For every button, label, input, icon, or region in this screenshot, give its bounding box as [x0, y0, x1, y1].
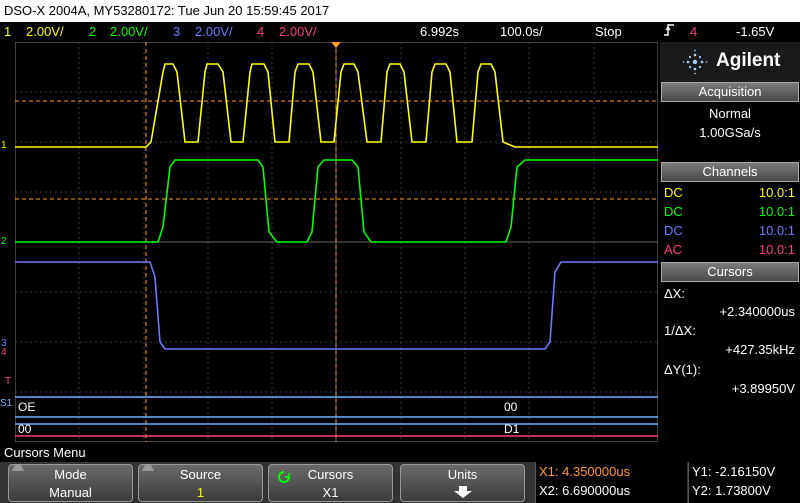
trigger-level-marker[interactable]: T — [5, 376, 11, 387]
delta-y-label: ΔY(1): — [661, 360, 799, 379]
x-cursor-readout: X1: 4.350000us X2: 6.690000us — [535, 462, 687, 503]
agilent-spark-icon — [682, 49, 708, 75]
channel-4-row[interactable]: AC 10.0:1 — [661, 240, 799, 259]
dx-label-text: ΔX: — [664, 286, 685, 301]
ch1-ground-marker[interactable]: 1 — [1, 140, 7, 151]
time-scale[interactable]: 100.0s/ — [500, 22, 543, 41]
inv-delta-x-value-row: +427.35kHz — [661, 340, 799, 359]
delta-y-value-row: +3.89950V — [661, 379, 799, 398]
ch1-scale[interactable]: 2.00V/ — [26, 22, 64, 41]
info-panel: Agilent Acquisition Normal 1.00GSa/s Cha… — [660, 42, 800, 442]
y2-readout[interactable]: Y2: 1.73800V — [692, 483, 771, 498]
down-arrow-icon — [454, 486, 472, 498]
source-softkey-value: 1 — [196, 485, 205, 500]
bus-label-top-b: 00 — [504, 400, 518, 414]
x2-readout[interactable]: X2: 6.690000us — [539, 483, 630, 498]
units-softkey-label: Units — [447, 467, 478, 482]
ch1-probe: 10.0:1 — [758, 185, 795, 200]
source-softkey-label: Source — [179, 467, 222, 482]
inv-delta-x-value: +427.35kHz — [725, 342, 795, 357]
mode-softkey-label: Mode — [54, 467, 87, 482]
ch3-probe: 10.0:1 — [758, 223, 795, 238]
units-softkey[interactable]: Units — [400, 464, 525, 502]
channels-section: DC 10.0:1 DC 10.0:1 DC 10.0:1 AC 10.0:1 — [661, 182, 799, 262]
mode-softkey[interactable]: Mode Manual — [8, 464, 133, 502]
ch4-probe: 10.0:1 — [758, 242, 795, 257]
cursors-header[interactable]: Cursors — [661, 262, 799, 282]
acquisition-section: Normal 1.00GSa/s — [661, 102, 799, 160]
cursors-softkey[interactable]: Cursors X1 — [268, 464, 393, 502]
run-state[interactable]: Stop — [595, 22, 622, 41]
serial-bus-marker[interactable]: S1 — [0, 398, 12, 409]
source-softkey[interactable]: Source 1 — [138, 464, 263, 502]
ch3-scale[interactable]: 2.00V/ — [195, 22, 233, 41]
delta-x-value: +2.340000us — [719, 304, 795, 319]
ch4-scale[interactable]: 2.00V/ — [279, 22, 317, 41]
bus-label-bottom-a: 00 — [18, 422, 32, 436]
delta-y-value: +3.89950V — [731, 381, 795, 396]
trigger-source[interactable]: 4 — [690, 22, 697, 41]
acq-mode: Normal — [709, 106, 751, 121]
x1-readout[interactable]: X1: 4.350000us — [539, 464, 630, 479]
channels-header[interactable]: Channels — [661, 162, 799, 182]
bus-label-top-a: OE — [18, 400, 35, 414]
ch3-coupling: DC — [664, 223, 683, 238]
channel-2-row[interactable]: DC 10.0:1 — [661, 202, 799, 221]
cursors-softkey-label: Cursors — [307, 467, 354, 482]
time-position[interactable]: 6.992s — [420, 22, 459, 41]
ch2-number[interactable]: 2 — [89, 22, 96, 41]
cursors-section: ΔX: +2.340000us 1/ΔX: +427.35kHz ΔY(1): … — [661, 282, 799, 402]
brand-logo: Agilent — [660, 42, 800, 82]
channel-1-row[interactable]: DC 10.0:1 — [661, 183, 799, 202]
acq-rate: 1.00GSa/s — [699, 125, 761, 140]
ch2-ground-marker[interactable]: 2 — [1, 236, 7, 247]
ch1-number[interactable]: 1 — [4, 22, 11, 41]
ch3-number[interactable]: 3 — [173, 22, 180, 41]
cursors-softkey-value: X1 — [322, 485, 339, 500]
ch1-coupling: DC — [664, 185, 683, 200]
ch4-number[interactable]: 4 — [257, 22, 264, 41]
window-title: DSO-X 2004A, MY53280172: Tue Jun 20 15:5… — [0, 0, 800, 22]
menu-title: Cursors Menu — [0, 443, 800, 462]
ch2-coupling: DC — [664, 204, 683, 219]
inv-dx-label-text: 1/ΔX: — [664, 323, 696, 338]
waveform-display[interactable]: OE 00 00 D1 — [15, 42, 658, 442]
channel-markers: 1 2 3 4 T S1 — [0, 42, 15, 442]
ch4-ground-marker[interactable]: 4 — [1, 347, 7, 358]
ch4-coupling: AC — [664, 242, 683, 257]
channel-3-row[interactable]: DC 10.0:1 — [661, 221, 799, 240]
delta-x-value-row: +2.340000us — [661, 302, 799, 321]
channel-status-bar: 1 2.00V/ 2 2.00V/ 3 2.00V/ 4 2.00V/ 6.99… — [0, 22, 800, 41]
acquisition-header[interactable]: Acquisition — [661, 82, 799, 102]
inv-delta-x-label: 1/ΔX: — [661, 321, 799, 340]
dy-label-text: ΔY(1): — [664, 362, 701, 377]
bus-label-bottom-b: D1 — [504, 422, 520, 436]
ch2-probe: 10.0:1 — [758, 204, 795, 219]
y1-readout[interactable]: Y1: -2.16150V — [692, 464, 775, 479]
trigger-edge-icon — [663, 22, 675, 43]
delta-x-label: ΔX: — [661, 284, 799, 303]
brand-name: Agilent — [716, 50, 781, 71]
mode-softkey-value: Manual — [49, 485, 92, 500]
y-cursor-readout: Y1: -2.16150V Y2: 1.73800V — [688, 462, 800, 503]
trigger-level[interactable]: -1.65V — [736, 22, 774, 41]
ch2-scale[interactable]: 2.00V/ — [110, 22, 148, 41]
